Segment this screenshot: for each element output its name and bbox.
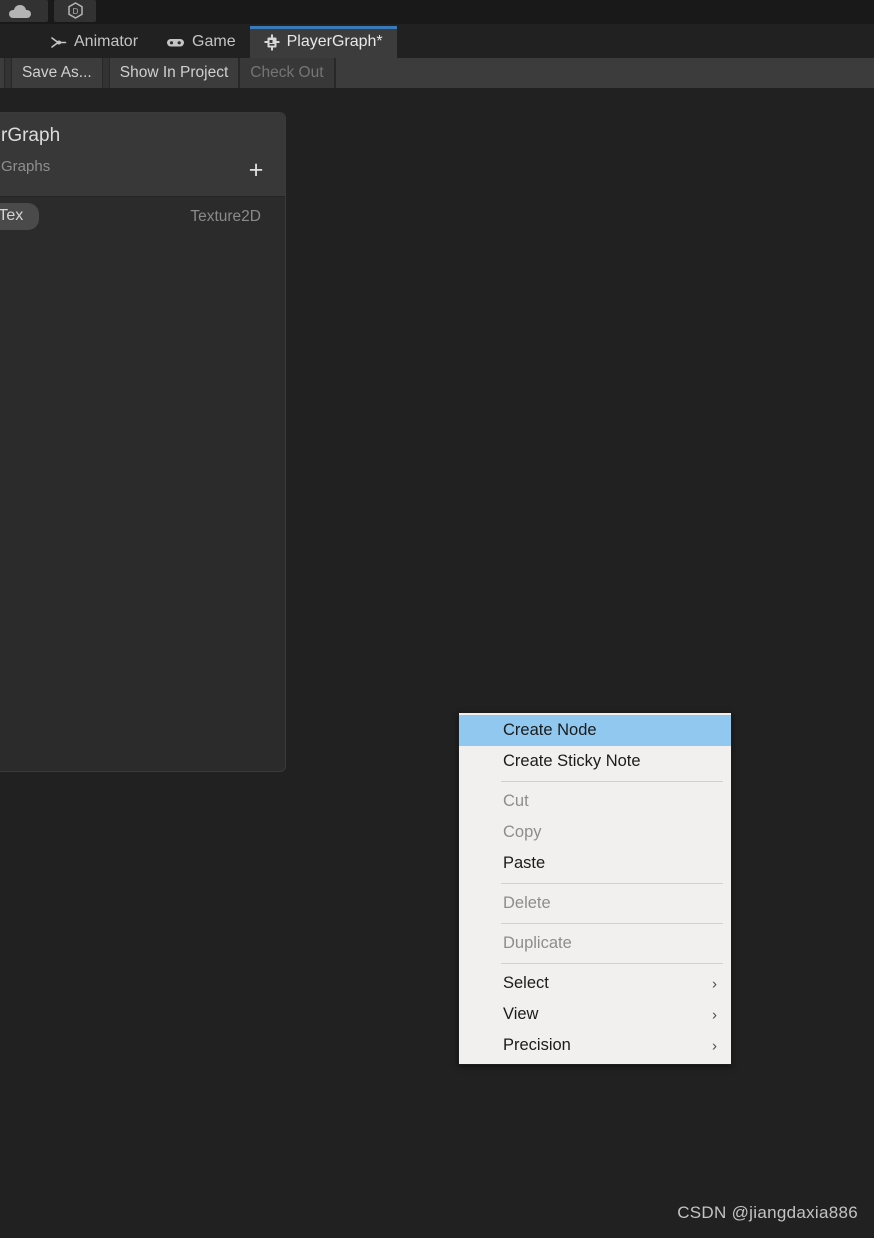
context-menu-item-create-node[interactable]: Create Node xyxy=(459,715,731,746)
shader-graph-icon xyxy=(264,34,280,50)
create-node-label: Create Node xyxy=(503,721,597,739)
chevron-right-icon: › xyxy=(712,1006,717,1023)
graph-toolbar: et Save As... Show In Project Check Out xyxy=(0,58,874,88)
show-in-project-label: Show In Project xyxy=(119,64,229,81)
services-button[interactable]: D xyxy=(54,0,96,22)
tab-animator-label: Animator xyxy=(74,33,139,50)
paste-label: Paste xyxy=(503,854,546,872)
blackboard-panel[interactable]: rGraph Graphs + ainTex Texture2D xyxy=(0,112,286,772)
view-label: View xyxy=(503,1005,539,1023)
context-menu-item-duplicate: Duplicate xyxy=(459,928,731,959)
add-property-button[interactable]: + xyxy=(245,158,267,183)
tab-animator[interactable]: Animator xyxy=(36,26,152,58)
blackboard-header: rGraph Graphs + xyxy=(0,113,285,197)
save-as-label: Save As... xyxy=(21,64,92,81)
duplicate-label: Duplicate xyxy=(503,934,572,952)
show-in-project-button[interactable]: Show In Project xyxy=(108,58,240,88)
check-out-button: Check Out xyxy=(239,58,335,88)
property-name-pill[interactable]: ainTex xyxy=(0,203,40,230)
chevron-right-icon: › xyxy=(712,975,717,992)
blackboard-property-row[interactable]: ainTex Texture2D xyxy=(0,197,285,237)
context-menu-item-paste[interactable]: Paste xyxy=(459,848,731,879)
services-hex-icon: D xyxy=(67,2,83,19)
delete-label: Delete xyxy=(503,894,551,912)
animator-bone-icon xyxy=(51,36,67,48)
chevron-right-icon: › xyxy=(712,1037,717,1054)
context-menu-separator xyxy=(501,781,723,782)
svg-text:D: D xyxy=(72,7,78,16)
context-menu-separator xyxy=(501,923,723,924)
tab-game-label: Game xyxy=(192,33,236,50)
watermark: CSDN @jiangdaxia886 xyxy=(677,1203,858,1222)
blackboard-subtitle: Graphs xyxy=(1,158,51,175)
top-icon-strip: D xyxy=(0,0,874,24)
context-menu-item-precision[interactable]: Precision › xyxy=(459,1030,731,1061)
context-menu-item-copy: Copy xyxy=(459,817,731,848)
gamepad-icon xyxy=(167,38,185,46)
save-as-button[interactable]: Save As... xyxy=(10,58,103,88)
tab-playergraph-label: PlayerGraph* xyxy=(286,33,383,50)
property-type-label: Texture2D xyxy=(190,207,261,225)
editor-tab-bar: Animator Game PlayerGraph* xyxy=(0,24,874,58)
collab-cloud-button[interactable] xyxy=(0,0,48,22)
context-menu-item-delete: Delete xyxy=(459,888,731,919)
cloud-icon xyxy=(9,4,31,18)
context-menu-item-cut: Cut xyxy=(459,786,731,817)
unity-shader-graph-window: D Animator Game PlayerGraph* Save As... … xyxy=(0,0,874,1238)
check-out-label: Check Out xyxy=(250,64,324,81)
select-label: Select xyxy=(503,974,549,992)
graph-context-menu[interactable]: Create Node Create Sticky Note Cut Copy … xyxy=(458,712,732,1065)
cut-label: Cut xyxy=(503,792,529,810)
context-menu-separator xyxy=(501,963,723,964)
context-menu-separator xyxy=(501,883,723,884)
context-menu-item-view[interactable]: View › xyxy=(459,999,731,1030)
blackboard-title: rGraph xyxy=(1,125,61,146)
toolbar-filler xyxy=(334,58,874,88)
create-sticky-note-label: Create Sticky Note xyxy=(503,752,641,770)
tab-game[interactable]: Game xyxy=(152,26,250,58)
tab-playergraph[interactable]: PlayerGraph* xyxy=(249,26,397,58)
context-menu-item-create-sticky-note[interactable]: Create Sticky Note xyxy=(459,746,731,777)
precision-label: Precision xyxy=(503,1036,571,1054)
context-menu-item-select[interactable]: Select › xyxy=(459,968,731,999)
copy-label: Copy xyxy=(503,823,542,841)
